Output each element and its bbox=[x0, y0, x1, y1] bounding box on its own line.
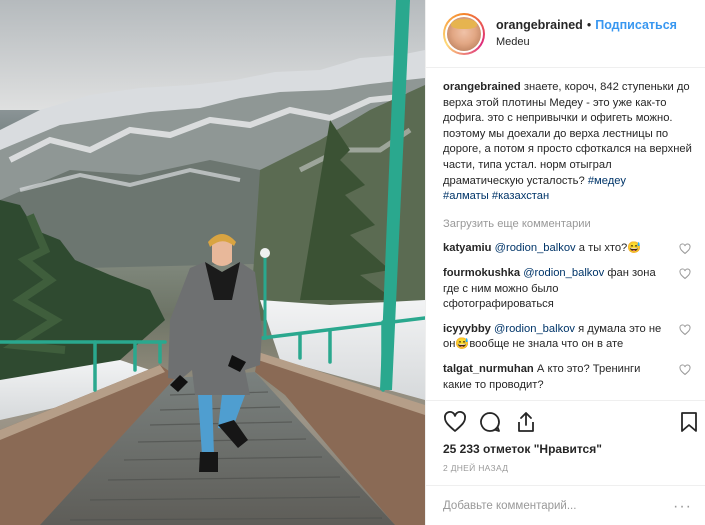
heart-icon[interactable] bbox=[443, 410, 467, 434]
avatar-ring bbox=[445, 14, 483, 53]
comment-item: fourmokushka @rodion_balkov фан зона где… bbox=[443, 266, 693, 313]
photo-scene bbox=[0, 0, 425, 525]
post-sidebar: orangebrained • Подписаться Medeu orange… bbox=[425, 0, 705, 525]
location-link[interactable]: Medeu bbox=[496, 37, 677, 48]
post-timestamp[interactable]: 2 ДНЕЙ НАЗАД bbox=[443, 463, 508, 473]
heart-icon[interactable] bbox=[679, 364, 691, 376]
comment-icon[interactable] bbox=[478, 410, 502, 434]
comment-item: icyyybby @rodion_balkov я думала это не … bbox=[443, 322, 693, 353]
comment-username[interactable]: icyyybby bbox=[443, 323, 491, 335]
heart-icon[interactable] bbox=[679, 243, 691, 255]
post-caption: orangebrained знаете, короч, 842 ступень… bbox=[443, 80, 693, 205]
comment-mention[interactable]: @rodion_balkov bbox=[495, 242, 576, 254]
comment-username[interactable]: fourmokushka bbox=[443, 267, 520, 279]
comments-section: orangebrained знаете, короч, 842 ступень… bbox=[443, 80, 693, 398]
bookmark-icon[interactable] bbox=[677, 410, 701, 434]
likes-count[interactable]: 25 233 отметок "Нравится" bbox=[443, 442, 602, 456]
action-bar bbox=[426, 400, 705, 440]
add-comment-input[interactable] bbox=[443, 499, 663, 512]
comment-username[interactable]: katyamiu bbox=[443, 242, 492, 254]
share-icon[interactable] bbox=[514, 410, 538, 434]
follow-button[interactable]: Подписаться bbox=[595, 19, 677, 32]
comment-username[interactable]: talgat_nurmuhan bbox=[443, 363, 534, 375]
caption-username[interactable]: orangebrained bbox=[443, 81, 521, 93]
load-more-comments-button[interactable]: Загрузить еще комментарии bbox=[443, 217, 693, 233]
comment-text: а ты хто?😅 bbox=[575, 242, 642, 255]
comment-item: katyamiu @rodion_balkov а ты хто?😅 bbox=[443, 241, 693, 257]
header-text: orangebrained • Подписаться Medeu bbox=[496, 19, 677, 49]
separator-dot: • bbox=[586, 17, 592, 32]
hashtag-link[interactable]: #медеу bbox=[588, 175, 626, 187]
comment-item: talgat_nurmuhan А кто это? Тренинги каки… bbox=[443, 362, 693, 393]
avatar-image bbox=[447, 16, 481, 51]
comment-mention[interactable]: @rodion_balkov bbox=[523, 267, 604, 279]
more-options-icon[interactable]: ··· bbox=[673, 498, 692, 516]
heart-icon[interactable] bbox=[679, 324, 691, 336]
heart-icon[interactable] bbox=[679, 268, 691, 280]
post-photo[interactable] bbox=[0, 0, 425, 525]
hashtag-link[interactable]: #алматы bbox=[443, 190, 489, 202]
header-line: orangebrained • Подписаться bbox=[496, 19, 677, 32]
comment-mention[interactable]: @rodion_balkov bbox=[494, 323, 575, 335]
header-username[interactable]: orangebrained bbox=[496, 19, 583, 32]
avatar[interactable] bbox=[443, 12, 485, 55]
post-header: orangebrained • Подписаться Medeu bbox=[426, 0, 705, 68]
caption-text: знаете, короч, 842 ступеньки до верха эт… bbox=[443, 81, 692, 187]
add-comment-bar: ··· bbox=[426, 485, 705, 525]
hashtag-link[interactable]: #казахстан bbox=[492, 190, 549, 202]
